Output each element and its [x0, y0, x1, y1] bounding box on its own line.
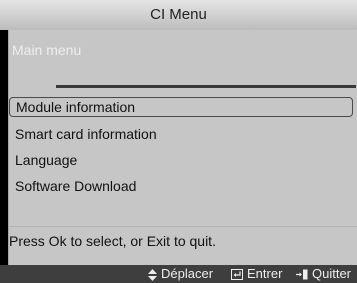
menu-item-software-download[interactable]: Software Download	[15, 176, 136, 196]
exit-icon	[296, 269, 308, 280]
footer-bar: Déplacer Entrer Quitter	[0, 265, 357, 283]
help-text: Press Ok to select, or Exit to quit.	[9, 233, 216, 249]
footer-enter-label: Entrer	[247, 266, 283, 281]
menu-subtitle: Main menu	[12, 42, 82, 58]
menu-panel: Main menu Module information Smart card …	[8, 30, 357, 265]
footer-quit-hint: Quitter	[296, 265, 351, 283]
footer-quit-label: Quitter	[312, 266, 352, 281]
enter-icon	[231, 269, 243, 281]
divider	[56, 85, 356, 88]
menu-item-module-information[interactable]: Module information	[9, 97, 353, 117]
ci-menu-screen: CI Menu Main menu Module information Sma…	[0, 0, 357, 283]
divider	[9, 226, 357, 227]
footer-enter-hint: Entrer	[231, 265, 282, 283]
menu-item-smart-card-information[interactable]: Smart card information	[15, 124, 157, 144]
footer-move-hint: Déplacer	[148, 265, 213, 283]
menu-item-language[interactable]: Language	[15, 150, 77, 170]
window-title: CI Menu	[0, 0, 357, 30]
up-down-arrows-icon	[148, 268, 157, 281]
footer-move-label: Déplacer	[161, 266, 214, 281]
